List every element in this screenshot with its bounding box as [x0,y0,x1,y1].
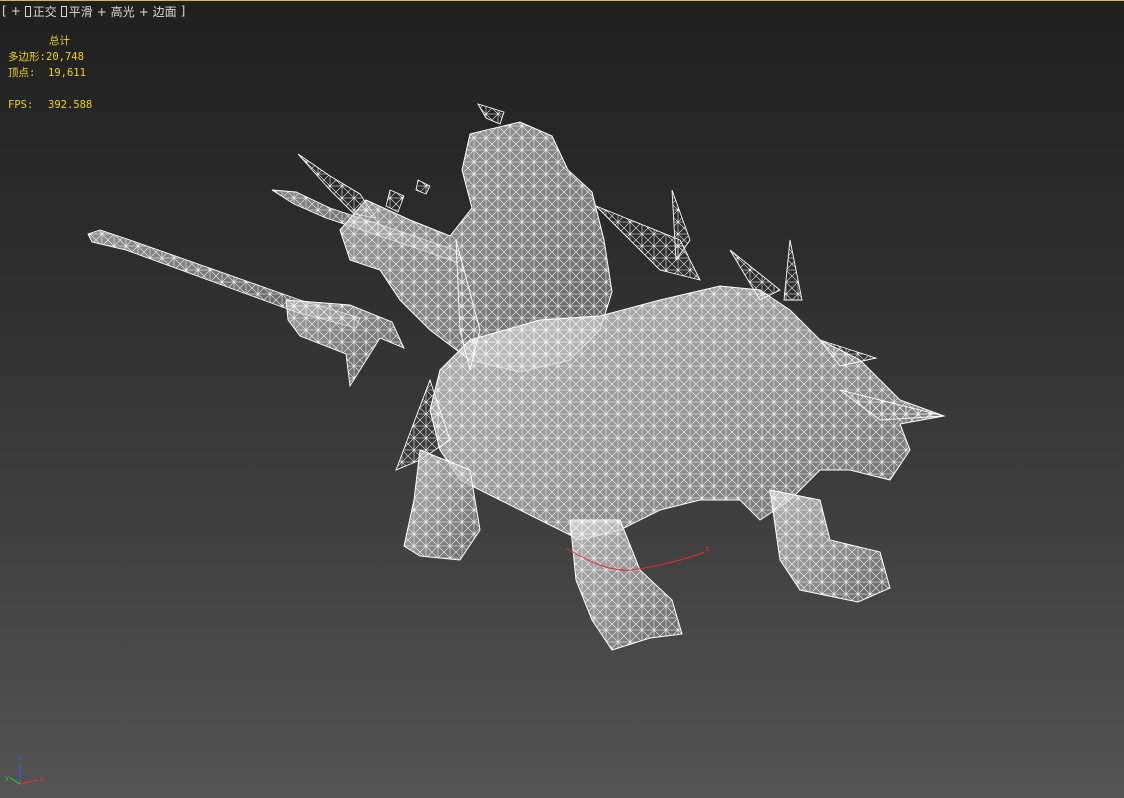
edged-faces-menu[interactable]: + 边面 [139,3,177,20]
shading-mode-label: 平滑 [68,4,93,19]
viewport-label-menu[interactable]: [ + 正交 平滑 + 高光 + 边面 ] [2,2,185,20]
fps-value: 392.588 [48,99,93,111]
fps-label: FPS: [8,99,34,111]
stats-polygons-row: 多边形: 20,748 [8,49,92,65]
axis-tripod-icon [9,764,39,785]
polygons-label: 多边形: [8,51,46,63]
world-axis-tripod: z y x [2,752,52,796]
wireframe-model[interactable]: x [0,0,1124,798]
transform-axis-x-label: x [705,544,710,553]
shading-mode-menu[interactable]: 平滑 [60,3,93,20]
edged-faces-label: 边面 [152,4,177,19]
vertices-value: 19,611 [48,67,86,79]
highlight-label: 高光 [110,4,135,19]
stats-header: 总计 [8,33,92,49]
shading-marker-icon [60,5,67,17]
perspective-viewport[interactable]: x [ + 正交 平滑 + 高光 + 边面 ] 总计 多边形: 20,748 顶… [0,0,1124,798]
view-type-menu[interactable]: 正交 [24,3,57,20]
highlight-menu[interactable]: + 高光 [97,3,135,20]
axis-x-label: x [40,775,45,783]
axis-y-label: y [5,774,10,782]
axis-z-label: z [19,754,23,762]
viewport-plus-label: + [10,4,21,18]
vertices-label: 顶点: [8,67,36,79]
viewport-options-menu[interactable]: + [11,4,21,18]
view-marker-icon [24,5,31,17]
stats-vertices-row: 顶点: 19,611 [8,65,92,81]
polygons-value: 20,748 [46,51,84,63]
menu-close-bracket: ] [180,4,186,18]
viewport-statistics: 总计 多边形: 20,748 顶点: 19,611 FPS: 392.588 [8,33,92,113]
stats-total-label: 总计 [49,35,70,47]
stats-fps-row: FPS: 392.588 [8,97,92,113]
menu-open-bracket: [ [2,4,7,18]
highlight-plus-label: + [96,4,107,19]
edges-plus-label: + [138,4,149,19]
view-type-label: 正交 [32,4,57,19]
